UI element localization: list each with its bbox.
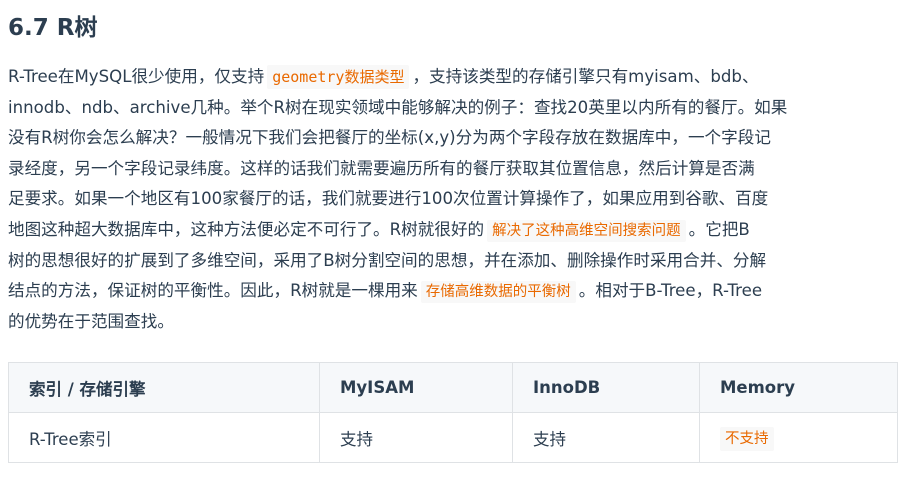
paragraph-line-5: 足要求。如果一个地区有100家餐厅的话，我们就要进行100次位置计算操作了，如果… [8,189,769,209]
header-index-engine: 索引 / 存储引擎 [8,362,320,413]
paragraph-line-7: 树的思想很好的扩展到了多维空间，采用了B树分割空间的思想，并在添加、删除操作时采… [8,250,767,270]
header-myisam: MyISAM [319,362,513,413]
section-title: 6.7 R树 [8,15,98,41]
paragraph-line-9: 的优势在于范围查找。 [8,311,174,331]
cell-memory-support: 不支持 [699,412,898,463]
paragraph-line-6: 地图这种超大数据库中，这种方法便必定不可行了。R树就很好的 解决了这种高维空间搜索… [8,215,898,246]
paragraph-line-3: 没有R树你会怎么解决？一般情况下我们会把餐厅的坐标(x,y)分为两个字段存放在数… [8,128,771,148]
cell-index-name: R-Tree索引 [8,412,320,463]
text-segment: ，支持该类型的存储引擎只有myisam、bdb、 [412,67,759,86]
header-innodb: InnoDB [512,362,700,413]
not-supported-badge: 不支持 [720,427,774,451]
paragraph-line-1: R-Tree在MySQL很少使用，仅支持 geometry数据类型 ，支持该类型的存… [8,62,898,93]
cell-innodb-support: 支持 [512,412,700,463]
text-segment: 。相对于B-Tree，R-Tree [578,281,763,301]
table-row: R-Tree索引 支持 支持 不支持 [8,412,898,463]
text-segment: R-Tree在MySQL很少使用，仅支持 [8,67,265,86]
engine-support-table: 索引 / 存储引擎 MyISAM InnoDB Memory R-Tree索引 … [8,362,898,463]
text-segment: 地图这种超大数据库中，这种方法便必定不可行了。R树就很好的 [8,219,485,239]
highlight-high-dim-search: 解决了这种高维空间搜索问题 [487,219,686,242]
r-tree-paragraph: R-Tree在MySQL很少使用，仅支持 geometry数据类型 ，支持该类型的存… [8,62,898,337]
paragraph-line-8: 结点的方法，保证树的平衡性。因此，R树就是一棵用来 存储高维数据的平衡树 。相对于B… [8,276,898,307]
paragraph-line-4: 录经度，另一个字段记录纬度。这样的话我们就需要遍历所有的餐厅获取其位置信息，然后… [8,158,755,178]
text-segment: 结点的方法，保证树的平衡性。因此，R树就是一棵用来 [8,281,418,301]
header-memory: Memory [699,362,898,413]
highlight-balanced-tree: 存储高维数据的平衡树 [420,281,576,304]
cell-myisam-support: 支持 [319,412,513,463]
inline-code-geometry: geometry数据类型 [267,65,410,89]
table-header-row: 索引 / 存储引擎 MyISAM InnoDB Memory [8,362,898,413]
text-segment: 。它把B [688,219,750,239]
paragraph-line-2: innodb、ndb、archive几种。举个R树在现实领域中能够解决的例子：查… [8,97,788,117]
